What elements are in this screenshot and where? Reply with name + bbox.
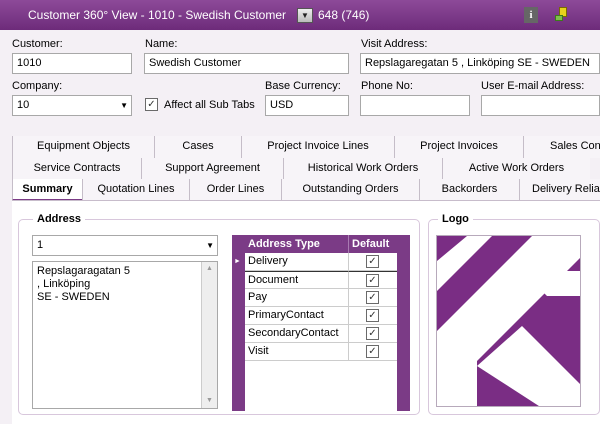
tab-order-lines[interactable]: Order Lines [189, 179, 281, 201]
customer-label: Customer: [12, 38, 63, 50]
col-header-default[interactable]: Default [348, 235, 397, 253]
base-currency-field[interactable]: USD [265, 95, 349, 116]
table-row-default[interactable]: ✓ [348, 289, 397, 307]
table-row-default[interactable]: ✓ [348, 343, 397, 361]
tab-quotation-lines[interactable]: Quotation Lines [82, 179, 189, 201]
scroll-up-icon[interactable]: ▲ [202, 262, 217, 276]
table-row-type[interactable]: Delivery [245, 253, 348, 271]
tab-cases[interactable]: Cases [154, 136, 241, 158]
table-row-default[interactable]: ✓ [348, 271, 397, 289]
address-type-grid: ► Address Type Default Delivery ✓ Docume… [232, 235, 410, 411]
tab-outstanding-orders[interactable]: Outstanding Orders [281, 179, 419, 201]
name-field[interactable]: Swedish Customer [144, 53, 349, 74]
email-field[interactable] [481, 95, 600, 116]
customer-field[interactable]: 1010 [12, 53, 132, 74]
table-row-default[interactable]: ✓ [348, 325, 397, 343]
address-line: Repslagaragatan 5 [37, 265, 130, 277]
default-checkbox[interactable]: ✓ [366, 255, 379, 268]
default-checkbox[interactable]: ✓ [366, 309, 379, 322]
record-navigator-dropdown[interactable]: ▼ [297, 8, 313, 23]
tab-project-invoices[interactable]: Project Invoices [394, 136, 523, 158]
address-selector-combo[interactable]: 1 ▼ [32, 235, 218, 256]
company-label: Company: [12, 80, 63, 92]
table-row-default[interactable]: ✓ [348, 253, 397, 271]
tab-row-1: Equipment Objects Cases Project Invoice … [12, 136, 600, 158]
default-checkbox[interactable]: ✓ [366, 327, 379, 340]
phone-label: Phone No: [361, 80, 413, 92]
grid-empty-area [245, 361, 397, 411]
title-bar: Customer 360° View - 1010 - Swedish Cust… [0, 0, 600, 30]
chevron-down-icon[interactable]: ▼ [120, 101, 128, 110]
tab-row-2: Service Contracts Support Agreement Hist… [12, 158, 600, 180]
default-checkbox[interactable]: ✓ [366, 274, 379, 287]
table-row-default[interactable]: ✓ [348, 307, 397, 325]
logo-group-title: Logo [438, 213, 473, 225]
tab-backorders[interactable]: Backorders [419, 179, 519, 201]
company-logo-image[interactable] [436, 235, 581, 407]
chevron-down-icon[interactable]: ▼ [206, 241, 214, 250]
address-line: SE - SWEDEN [37, 291, 110, 303]
tab-summary[interactable]: Summary [12, 179, 82, 201]
name-label: Name: [145, 38, 178, 50]
address-line: , Linköping [37, 278, 91, 290]
tab-project-invoice-lines[interactable]: Project Invoice Lines [241, 136, 394, 158]
email-label: User E-mail Address: [481, 80, 585, 92]
record-count: 648 (746) [318, 8, 370, 22]
phone-field[interactable] [360, 95, 470, 116]
memo-scrollbar[interactable]: ▲ ▼ [201, 262, 217, 408]
tab-row-3: Summary Quotation Lines Order Lines Outs… [12, 179, 600, 201]
table-row-type[interactable]: Visit [245, 343, 348, 361]
table-row-type[interactable]: Pay [245, 289, 348, 307]
logo-graphic [437, 236, 580, 406]
table-row-type[interactable]: Document [245, 271, 348, 289]
affect-all-label: Affect all Sub Tabs [164, 99, 255, 111]
row-indicator-column [232, 253, 245, 411]
info-icon[interactable]: i [524, 7, 538, 23]
tab-sales-contracts[interactable]: Sales Con [523, 136, 600, 158]
company-combo[interactable]: 10 ▼ [12, 95, 132, 116]
pin-icon[interactable] [555, 6, 569, 22]
default-checkbox[interactable]: ✓ [366, 291, 379, 304]
table-row-type[interactable]: SecondaryContact [245, 325, 348, 343]
address-memo[interactable]: Repslagaragatan 5 , Linköping SE - SWEDE… [32, 261, 218, 409]
address-selector-value: 1 [37, 239, 44, 251]
base-currency-label: Base Currency: [265, 80, 341, 92]
tab-support-agreement[interactable]: Support Agreement [141, 158, 283, 180]
tab-service-contracts[interactable]: Service Contracts [12, 158, 141, 180]
visit-address-label: Visit Address: [361, 38, 428, 50]
tab-historical-work-orders[interactable]: Historical Work Orders [283, 158, 442, 180]
table-row-type[interactable]: PrimaryContact [245, 307, 348, 325]
tab-delivery-reliability[interactable]: Delivery Reliab [519, 179, 600, 201]
address-group-title: Address [33, 213, 86, 225]
default-checkbox[interactable]: ✓ [366, 345, 379, 358]
col-header-address-type[interactable]: Address Type [245, 235, 348, 253]
company-value: 10 [17, 99, 30, 111]
affect-all-checkbox[interactable]: ✓ [145, 98, 158, 111]
tab-equipment-objects[interactable]: Equipment Objects [12, 136, 154, 158]
tab-active-work-orders[interactable]: Active Work Orders [442, 158, 590, 180]
scroll-down-icon[interactable]: ▼ [202, 394, 217, 408]
window-title: Customer 360° View - 1010 - Swedish Cust… [28, 8, 287, 22]
current-row-icon: ► [234, 258, 241, 265]
visit-address-field[interactable]: Repslagaregatan 5 , Linköping SE - SWEDE… [360, 53, 600, 74]
summary-panel: Address 1 ▼ Repslagaragatan 5 , Linköpin… [12, 200, 600, 424]
